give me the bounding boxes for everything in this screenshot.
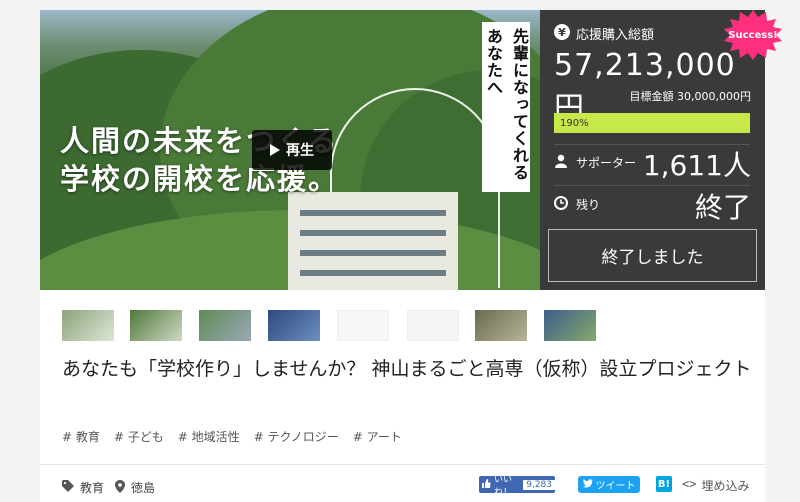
hero-image[interactable]: 人間の未来をつくる 学校の開校を応援。 先輩になってくれる あなたへ 再生 xyxy=(40,10,540,290)
tag-link[interactable]: # 教育 xyxy=(62,428,100,445)
thumbnail[interactable] xyxy=(544,310,596,341)
vertical-text-2: あなたへ xyxy=(484,28,503,96)
thumbnail[interactable] xyxy=(130,310,182,341)
clock-icon xyxy=(554,195,568,210)
project-ended-button[interactable]: 終了しました xyxy=(548,229,757,282)
location-label: 徳島 xyxy=(131,481,156,495)
vertical-text-1: 先輩になってくれる xyxy=(510,28,529,181)
twitter-bird-icon xyxy=(582,478,593,491)
category-link[interactable]: 教育 xyxy=(62,479,104,496)
success-badge: Success! xyxy=(720,10,786,60)
thumbnail-strip xyxy=(50,310,610,342)
embed-link[interactable]: <> 埋め込み xyxy=(682,477,749,494)
thumbnail[interactable] xyxy=(407,310,459,341)
embed-label: 埋め込み xyxy=(701,479,750,493)
play-icon xyxy=(270,144,280,156)
thumbnail[interactable] xyxy=(268,310,320,341)
like-count: 9,283 xyxy=(523,479,555,490)
tag-link[interactable]: # 地域活性 xyxy=(178,428,240,445)
tweet-button[interactable]: ツイート xyxy=(578,476,640,493)
tag-link[interactable]: # テクノロジー xyxy=(254,428,339,445)
facebook-like-button[interactable]: いいね！ 9,283 xyxy=(479,475,555,498)
tag-link[interactable]: # アート xyxy=(353,428,402,445)
remaining-value: 終了 xyxy=(694,191,751,224)
progress-percent: 190% xyxy=(560,117,589,129)
project-title: あなたも「学校作り」しませんか？ 神山まるごと高専（仮称）設立プロジェクト xyxy=(62,358,752,380)
like-label: いいね！ xyxy=(494,474,513,498)
tweet-label: ツイート xyxy=(595,481,636,492)
goal-amount: 目標金額 30,000,000円 xyxy=(629,90,751,103)
thumbnail[interactable] xyxy=(337,310,389,341)
supporters-count: 1,611人 xyxy=(642,149,751,182)
thumbnail[interactable] xyxy=(475,310,527,341)
person-icon xyxy=(554,153,568,168)
supporters-label: サポーター xyxy=(576,156,637,170)
tag-link[interactable]: # 子ども xyxy=(114,428,164,445)
thumbs-up-icon xyxy=(482,478,491,491)
tag-list: # 教育 # 子ども # 地域活性 # テクノロジー # アート xyxy=(62,428,402,445)
code-icon: <> xyxy=(682,477,697,491)
play-label: 再生 xyxy=(286,143,314,159)
success-label: Success! xyxy=(728,29,778,41)
play-video-button[interactable]: 再生 xyxy=(252,130,332,170)
thumbnail[interactable] xyxy=(62,310,114,341)
category-label: 教育 xyxy=(80,481,105,495)
thumbnail[interactable] xyxy=(199,310,251,341)
location-pin-icon xyxy=(115,479,125,496)
remaining-label: 残り xyxy=(576,198,601,212)
school-building xyxy=(288,192,458,290)
progress-bar: 190% xyxy=(554,113,750,133)
hatena-bookmark-button[interactable]: B! xyxy=(656,476,672,492)
yen-icon: ¥ xyxy=(554,24,570,40)
location-link[interactable]: 徳島 xyxy=(115,479,155,496)
hero-vertical-banner: 先輩になってくれる あなたへ xyxy=(482,22,530,192)
divider xyxy=(40,464,765,465)
total-label: 応援購入総額 xyxy=(576,28,655,43)
tag-icon xyxy=(62,480,74,495)
